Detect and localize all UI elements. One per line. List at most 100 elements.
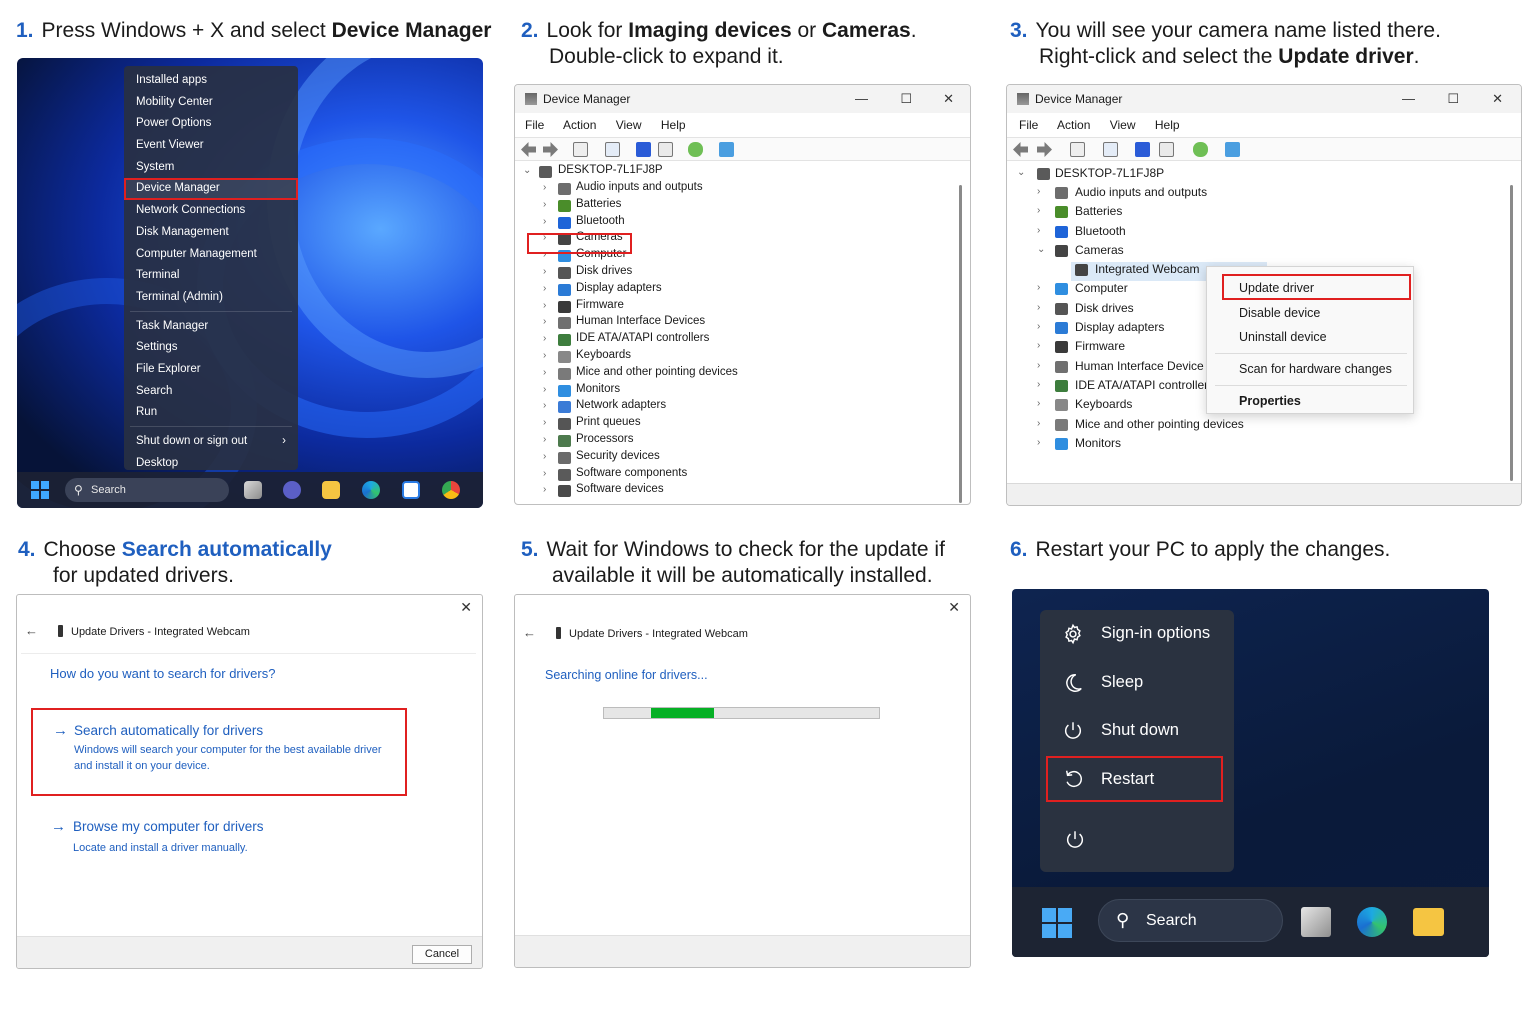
show-hide-console-icon[interactable] <box>1070 142 1085 157</box>
tree-item-batteries[interactable]: › Batteries <box>515 198 970 215</box>
chevron-right-icon[interactable]: › <box>543 417 546 428</box>
maximize-icon[interactable]: ☐ <box>900 85 912 113</box>
winx-item-installed-apps[interactable]: Installed apps <box>124 70 298 92</box>
winx-item-file-explorer[interactable]: File Explorer <box>124 359 298 381</box>
menu-help[interactable]: Help <box>1155 118 1180 132</box>
context-properties[interactable]: Properties <box>1239 394 1301 408</box>
power-button-icon[interactable] <box>1064 829 1086 851</box>
back-arrow-icon[interactable]: ← <box>25 623 38 638</box>
scan-hardware-icon[interactable] <box>1193 142 1208 157</box>
chevron-right-icon[interactable]: › <box>1037 205 1040 216</box>
store-icon[interactable] <box>402 481 420 499</box>
winx-item-settings[interactable]: Settings <box>124 337 298 359</box>
windows-start-icon[interactable] <box>31 481 49 499</box>
power-sign-in-options[interactable]: Sign-in options <box>1040 614 1234 654</box>
file-explorer-icon[interactable] <box>1413 908 1444 936</box>
task-view-icon[interactable] <box>244 481 262 499</box>
tree-item-software-components[interactable]: › Software components <box>515 467 970 484</box>
winx-item-power-options[interactable]: Power Options <box>124 113 298 135</box>
chevron-right-icon[interactable]: › <box>543 316 546 327</box>
close-icon[interactable]: ✕ <box>943 85 954 113</box>
chevron-right-icon[interactable]: › <box>543 451 546 462</box>
chevron-right-icon[interactable]: › <box>543 367 546 378</box>
close-icon[interactable]: ✕ <box>948 599 960 616</box>
tree-item-ide-ata-atapi-controllers[interactable]: › IDE ATA/ATAPI controllers <box>515 332 970 349</box>
tree-item-processors[interactable]: › Processors <box>515 433 970 450</box>
chevron-right-icon[interactable]: › <box>1037 225 1040 236</box>
chevron-right-icon[interactable]: › <box>1037 282 1040 293</box>
monitor-icon[interactable] <box>719 142 734 157</box>
tree-item-network-adapters[interactable]: › Network adapters <box>515 399 970 416</box>
tree-item-keyboards[interactable]: › Keyboards <box>515 349 970 366</box>
forward-arrow-icon[interactable] <box>1037 142 1052 157</box>
back-arrow-icon[interactable] <box>1013 142 1028 157</box>
menu-view[interactable]: View <box>616 118 642 132</box>
power-shut-down[interactable]: Shut down <box>1040 711 1234 751</box>
context-disable-device[interactable]: Disable device <box>1239 306 1320 320</box>
show-hide-console-icon[interactable] <box>573 142 588 157</box>
task-view-icon[interactable] <box>1301 907 1331 937</box>
tree-item-bluetooth[interactable]: › Bluetooth <box>1007 224 1521 243</box>
close-icon[interactable]: ✕ <box>1492 85 1503 113</box>
tree-item-mice-and-other-pointing-devices[interactable]: › Mice and other pointing devices <box>1007 417 1521 436</box>
chrome-icon[interactable] <box>442 481 460 499</box>
view-icon[interactable] <box>1159 142 1174 157</box>
chevron-right-icon[interactable]: › <box>543 182 546 193</box>
tree-item-monitors[interactable]: › Monitors <box>1007 436 1521 455</box>
tree-item-audio-inputs-and-outputs[interactable]: › Audio inputs and outputs <box>515 181 970 198</box>
tree-root-computer[interactable]: ⌄ DESKTOP-7L1FJ8P <box>515 164 970 181</box>
chevron-right-icon[interactable]: › <box>543 484 546 495</box>
tree-item-bluetooth[interactable]: › Bluetooth <box>515 215 970 232</box>
winx-item-device-manager[interactable]: Device Manager <box>124 178 298 201</box>
menu-help[interactable]: Help <box>661 118 686 132</box>
tree-item-print-queues[interactable]: › Print queues <box>515 416 970 433</box>
tree-item-cameras[interactable]: ⌄ Cameras <box>1007 243 1521 262</box>
chevron-right-icon[interactable]: › <box>543 400 546 411</box>
chevron-right-icon[interactable]: › <box>543 384 546 395</box>
minimize-icon[interactable]: — <box>855 85 868 113</box>
winx-item-disk-management[interactable]: Disk Management <box>124 222 298 244</box>
chevron-right-icon[interactable]: › <box>1037 418 1040 429</box>
chevron-right-icon[interactable]: › <box>543 468 546 479</box>
taskbar-search[interactable]: ⚲ Search <box>1098 899 1283 942</box>
tree-item-human-interface-devices[interactable]: › Human Interface Devices <box>515 315 970 332</box>
help-icon[interactable] <box>1135 142 1150 157</box>
chevron-right-icon[interactable]: › <box>1037 302 1040 313</box>
chevron-right-icon[interactable]: › <box>543 266 546 277</box>
maximize-icon[interactable]: ☐ <box>1447 85 1459 113</box>
chevron-right-icon[interactable]: › <box>1037 437 1040 448</box>
tree-item-audio-inputs-and-outputs[interactable]: › Audio inputs and outputs <box>1007 185 1521 204</box>
chevron-right-icon[interactable]: › <box>543 333 546 344</box>
windows-start-icon[interactable] <box>1042 908 1072 938</box>
cancel-button[interactable]: Cancel <box>412 945 472 964</box>
back-arrow-icon[interactable]: ← <box>523 625 536 640</box>
menu-file[interactable]: File <box>525 118 544 132</box>
chevron-right-icon[interactable]: › <box>1037 398 1040 409</box>
power-restart[interactable]: Restart <box>1046 756 1223 802</box>
winx-item-terminal[interactable]: Terminal <box>124 265 298 287</box>
chevron-right-icon[interactable]: › <box>543 199 546 210</box>
monitor-icon[interactable] <box>1225 142 1240 157</box>
menu-action[interactable]: Action <box>563 118 596 132</box>
file-explorer-icon[interactable] <box>322 481 340 499</box>
chevron-down-icon[interactable]: ⌄ <box>1037 244 1045 255</box>
chevron-down-icon[interactable]: ⌄ <box>523 165 531 176</box>
chevron-right-icon[interactable]: › <box>543 300 546 311</box>
winx-item-system[interactable]: System <box>124 157 298 179</box>
chevron-right-icon[interactable]: › <box>543 216 546 227</box>
tree-item-display-adapters[interactable]: › Display adapters <box>515 282 970 299</box>
winx-item-network-connections[interactable]: Network Connections <box>124 200 298 222</box>
chevron-right-icon[interactable]: › <box>1037 360 1040 371</box>
winx-item-shut-down[interactable]: Shut down or sign out › <box>124 431 298 453</box>
scan-hardware-icon[interactable] <box>688 142 703 157</box>
scrollbar[interactable] <box>1510 185 1513 481</box>
tree-item-software-devices[interactable]: › Software devices <box>515 483 970 500</box>
taskbar-search[interactable]: ⚲ Search <box>65 478 229 502</box>
chevron-right-icon[interactable]: › <box>543 283 546 294</box>
chevron-right-icon[interactable]: › <box>1037 379 1040 390</box>
help-icon[interactable] <box>636 142 651 157</box>
menu-view[interactable]: View <box>1110 118 1136 132</box>
tree-item-mice-and-other-pointing-devices[interactable]: › Mice and other pointing devices <box>515 366 970 383</box>
menu-action[interactable]: Action <box>1057 118 1090 132</box>
winx-item-computer-management[interactable]: Computer Management <box>124 244 298 266</box>
